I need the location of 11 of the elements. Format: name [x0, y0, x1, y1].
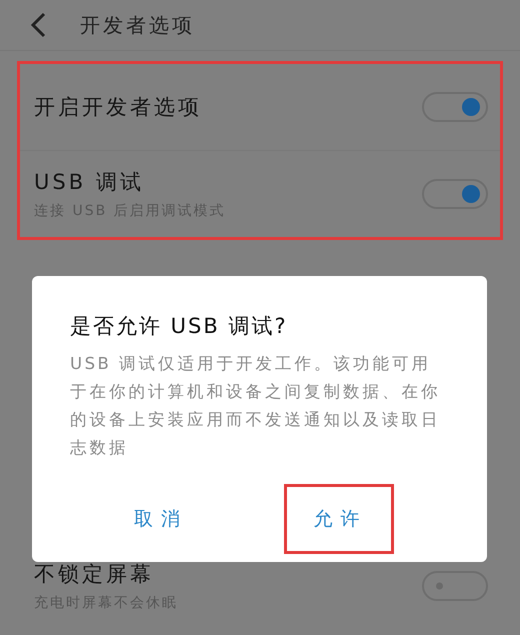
dialog-message: USB 调试仅适用于开发工作。该功能可用于在你的计算机和设备之间复制数据、在你的设备上安装应用而不发送通知以及读取日志数据 [70, 353, 442, 459]
dialog-title: 是否允许 USB 调试? [70, 313, 289, 340]
setting-label: 不锁定屏幕 [34, 561, 155, 588]
back-icon[interactable] [30, 12, 46, 38]
toggle-switch[interactable] [422, 92, 488, 122]
setting-label: 开启开发者选项 [34, 94, 202, 121]
setting-label: USB 调试 [34, 169, 145, 196]
screen-title: 开发者选项 [80, 12, 195, 38]
dialog-button[interactable]: 取消 [104, 484, 215, 554]
toggle-switch[interactable] [422, 179, 488, 209]
dialog-button[interactable]: 允许 [284, 484, 394, 554]
